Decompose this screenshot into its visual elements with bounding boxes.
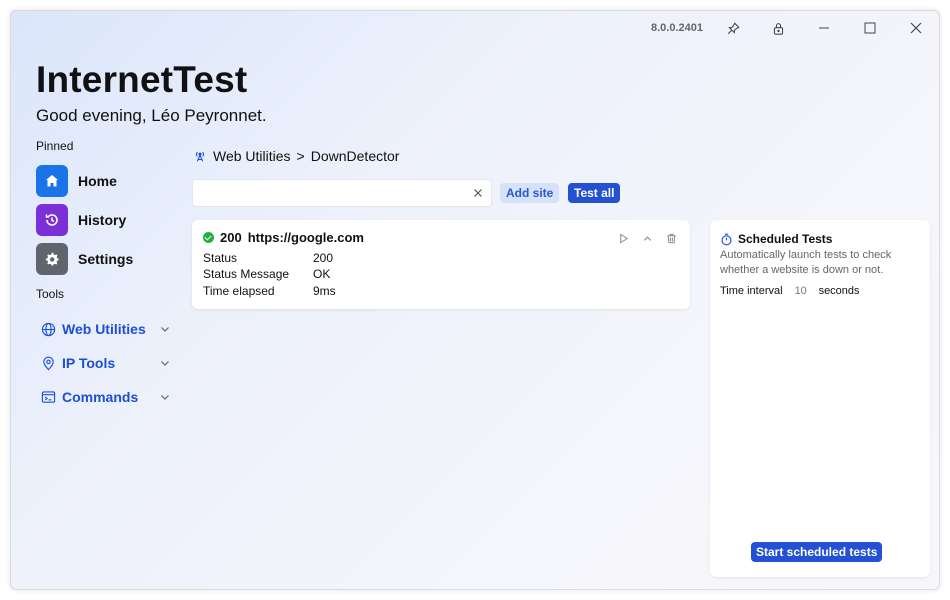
- tools-section-label: Tools: [36, 287, 65, 301]
- pin-window-button[interactable]: [718, 17, 748, 39]
- pinned-item-history[interactable]: History: [36, 203, 126, 237]
- play-icon: [619, 232, 628, 244]
- site-input-container: [192, 179, 492, 207]
- scheduled-tests-panel: Scheduled Tests Automatically launch tes…: [710, 220, 930, 577]
- result-key: Status Message: [203, 267, 290, 281]
- maximize-button[interactable]: [855, 17, 885, 39]
- start-scheduled-tests-button[interactable]: Start scheduled tests: [751, 542, 883, 562]
- chevron-up-icon: [643, 235, 651, 241]
- tool-ip-tools[interactable]: IP Tools: [41, 352, 171, 374]
- result-value: OK: [313, 267, 331, 281]
- scheduled-tests-header: Scheduled Tests: [720, 232, 832, 246]
- tool-web-utilities[interactable]: Web Utilities: [41, 318, 171, 340]
- home-icon: [36, 165, 68, 197]
- scheduled-tests-description: Automatically launch tests to check whet…: [720, 249, 892, 276]
- time-interval-input[interactable]: 10: [795, 285, 817, 297]
- add-site-button[interactable]: Add site: [500, 183, 560, 203]
- result-key: Status: [203, 251, 238, 265]
- tool-label: Web Utilities: [62, 321, 146, 337]
- tool-label: IP Tools: [62, 355, 116, 371]
- result-row: Time elapsed 9ms: [203, 284, 336, 298]
- pinned-item-label: Home: [78, 173, 117, 189]
- result-status-code: 200: [220, 230, 242, 245]
- time-interval-row: Time interval 10 seconds: [720, 285, 860, 297]
- timer-icon: [721, 233, 732, 245]
- time-interval-unit: seconds: [818, 285, 860, 297]
- close-icon: [474, 189, 482, 197]
- site-result-card: 200 https://google.com Status 200 Status…: [192, 220, 690, 309]
- close-icon: [910, 22, 922, 34]
- pinned-item-label: Settings: [78, 251, 134, 267]
- site-url-input[interactable]: [193, 180, 463, 206]
- gear-icon: [36, 243, 68, 275]
- result-actions: [616, 231, 678, 245]
- breadcrumb: Web Utilities > DownDetector: [193, 148, 399, 164]
- chevron-down-icon: [161, 327, 169, 332]
- result-value: 9ms: [313, 284, 336, 298]
- version-label: 8.0.0.2401: [651, 22, 703, 34]
- result-row: Status 200: [203, 251, 333, 265]
- tool-commands[interactable]: Commands: [41, 386, 171, 408]
- location-pin-icon: [43, 356, 54, 370]
- app-title: InternetTest: [36, 59, 248, 100]
- pinned-item-label: History: [78, 212, 127, 228]
- close-button[interactable]: [901, 17, 931, 39]
- clear-input-button[interactable]: [471, 186, 485, 200]
- time-interval-label: Time interval: [720, 285, 783, 297]
- history-icon: [36, 204, 68, 236]
- app-window: 8.0.0.2401 InternetTest Good evening, Lé…: [10, 10, 940, 590]
- scheduled-tests-title: Scheduled Tests: [738, 232, 833, 246]
- delete-button[interactable]: [664, 231, 678, 245]
- pinned-item-settings[interactable]: Settings: [36, 242, 133, 276]
- breadcrumb-separator: >: [296, 148, 305, 164]
- maximize-icon: [864, 22, 876, 34]
- success-check-icon: [203, 232, 214, 243]
- pinned-item-home[interactable]: Home: [36, 164, 117, 198]
- antenna-icon: [195, 151, 205, 162]
- greeting-text: Good evening, Léo Peyronnet.: [36, 106, 267, 125]
- chevron-down-icon: [161, 361, 169, 366]
- breadcrumb-section[interactable]: Web Utilities: [213, 148, 291, 164]
- minimize-button[interactable]: [809, 17, 839, 39]
- result-row: Status Message OK: [203, 267, 330, 281]
- run-test-button[interactable]: [616, 231, 630, 245]
- lock-window-button[interactable]: [763, 17, 793, 39]
- pin-icon: [727, 21, 740, 34]
- lock-icon: [773, 22, 783, 35]
- collapse-button[interactable]: [640, 231, 654, 245]
- chevron-down-icon: [161, 395, 169, 400]
- pinned-section-label: Pinned: [36, 139, 74, 153]
- terminal-icon: [41, 390, 56, 403]
- result-header: 200 https://google.com: [203, 230, 364, 245]
- minimize-icon: [819, 27, 829, 29]
- result-url: https://google.com: [247, 230, 364, 245]
- tool-label: Commands: [62, 389, 139, 405]
- test-all-button[interactable]: Test all: [568, 183, 621, 203]
- globe-icon: [41, 322, 56, 336]
- trash-icon: [666, 233, 676, 243]
- result-key: Time elapsed: [203, 284, 275, 298]
- result-value: 200: [313, 251, 334, 265]
- breadcrumb-page: DownDetector: [310, 148, 400, 164]
